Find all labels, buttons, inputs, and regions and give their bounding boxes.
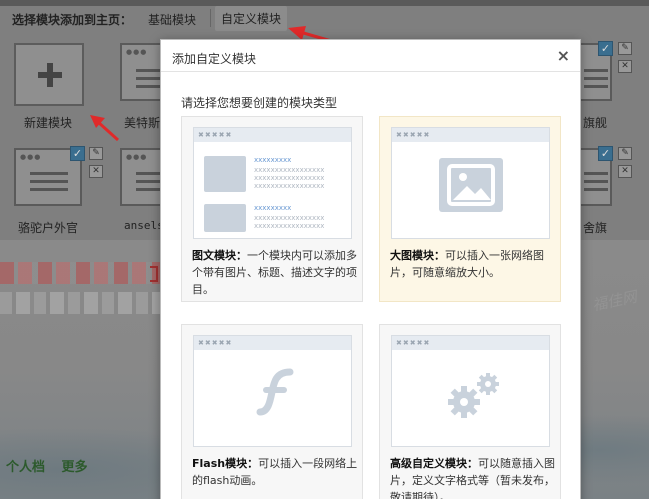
top-strip	[0, 0, 649, 6]
blurred-content	[0, 292, 165, 314]
image-placeholder-icon	[204, 204, 246, 232]
dialog-intro: 请选择您想要创建的模块类型	[181, 96, 338, 110]
new-module-label: 新建模块	[24, 116, 73, 130]
card-preview: ✖✖✖✖✖	[391, 127, 550, 239]
card-preview: ✖✖✖✖✖	[193, 335, 352, 447]
blurred-content	[0, 262, 160, 284]
remove-icon[interactable]: ✕	[618, 165, 632, 178]
footer-link-profile[interactable]: 个人档	[6, 460, 45, 475]
checkbox-checked-icon[interactable]: ✓	[598, 41, 613, 56]
flash-icon	[256, 368, 294, 416]
image-placeholder-icon	[204, 156, 246, 192]
remove-icon[interactable]: ✕	[618, 60, 632, 73]
module-label: 美特斯	[124, 116, 161, 130]
card-preview: ✖✖✖✖✖ xxxxxxxxx xxxxxxxxxxxxxxxxx xxxxxx…	[193, 127, 352, 239]
new-module-button[interactable]	[14, 43, 84, 106]
footer-links: 个人档 更多	[6, 456, 100, 475]
footer-link-more[interactable]: 更多	[62, 460, 88, 475]
checkbox-checked-icon[interactable]: ✓	[70, 146, 85, 161]
card-description: 图文模块：一个模块内可以添加多个带有图片、标题、描述文字的项目。	[192, 249, 357, 296]
checkbox-checked-icon[interactable]: ✓	[598, 146, 613, 161]
dialog-header: 添加自定义模块 ×	[161, 40, 580, 72]
card-description: Flash模块：可以插入一段网络上的flash动画。	[192, 457, 358, 487]
add-custom-module-dialog: 添加自定义模块 × 请选择您想要创建的模块类型 ✖✖✖✖✖ xxxxxxxxx …	[160, 39, 581, 499]
card-description: 高级自定义模块：可以随意插入图片，定义文字格式等（暂未发布，敬请期待）。	[390, 457, 555, 499]
module-type-card-advanced[interactable]: ✖✖✖✖✖ 高级自定义模块：可以随意插入图片，定义文字格式等（暂未发布，敬请期待…	[379, 324, 561, 499]
module-type-card-flash[interactable]: ✖✖✖✖✖ Flash模块：可以插入一段网络上的flash动画。	[181, 324, 363, 499]
module-type-card-image-text[interactable]: ✖✖✖✖✖ xxxxxxxxx xxxxxxxxxxxxxxxxx xxxxxx…	[181, 116, 363, 302]
card-preview: ✖✖✖✖✖	[391, 335, 550, 447]
tab-basic-modules[interactable]: 基础模块	[148, 11, 196, 28]
module-label: ansels	[124, 219, 164, 232]
gears-icon	[448, 373, 499, 418]
image-placeholder-icon	[439, 158, 503, 212]
edit-icon[interactable]: ✎	[89, 147, 103, 160]
edit-icon[interactable]: ✎	[618, 147, 632, 160]
card-description: 大图模块：可以插入一张网络图片，可随意缩放大小。	[390, 249, 544, 279]
edit-icon[interactable]: ✎	[618, 42, 632, 55]
close-icon[interactable]: ×	[557, 46, 570, 65]
module-label: 旗舰	[583, 116, 608, 130]
module-label: 骆驼户外官	[18, 221, 79, 235]
tab-custom-modules[interactable]: 自定义模块	[215, 6, 288, 31]
remove-icon[interactable]: ✕	[89, 165, 103, 178]
module-type-card-big-image[interactable]: ✖✖✖✖✖ 大图模块：可以插入一张网络图片，可随意缩放大小。	[379, 116, 561, 302]
highlight-bracket	[150, 266, 158, 282]
dialog-title: 添加自定义模块	[172, 52, 257, 66]
module-picker-label: 选择模块添加到主页：	[12, 13, 133, 27]
module-label: 舍旗	[583, 221, 608, 235]
tab-separator	[210, 9, 211, 27]
